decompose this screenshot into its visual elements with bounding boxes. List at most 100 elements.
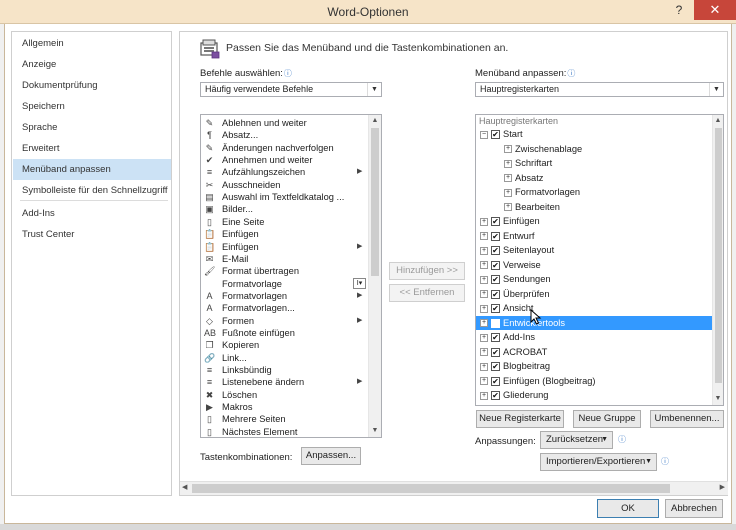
expand-icon[interactable]: + <box>504 188 512 197</box>
command-item[interactable]: ✎ Änderungen nachverfolgen <box>201 142 369 154</box>
tab-checkbox[interactable]: ✔ <box>491 376 500 386</box>
command-item[interactable]: AB Fußnote einfügen <box>201 327 369 339</box>
ribbon-tab-row[interactable]: + Zwischenablage <box>504 142 713 157</box>
tab-checkbox[interactable]: ✔ <box>491 391 500 401</box>
cancel-button[interactable]: Abbrechen <box>665 499 723 518</box>
ribbon-tab-row[interactable]: + Absatz <box>504 171 713 186</box>
ribbon-tab-row[interactable]: + ✔ Entwurf <box>480 229 713 244</box>
expand-icon[interactable]: + <box>480 261 488 270</box>
command-item[interactable]: ◇ Formen ▶ <box>201 315 369 327</box>
tab-checkbox[interactable]: ✔ <box>491 130 500 140</box>
tab-checkbox[interactable]: ✔ <box>491 362 500 372</box>
nav-item[interactable]: Menüband anpassen <box>13 159 171 180</box>
reset-button[interactable]: Zurücksetzen ▼ <box>540 431 613 449</box>
choose-commands-select[interactable]: Häufig verwendete Befehle ▼ <box>200 82 382 97</box>
tab-checkbox[interactable]: ✔ <box>491 333 500 343</box>
expand-icon[interactable]: + <box>480 377 488 386</box>
expand-icon[interactable]: + <box>480 290 488 299</box>
expand-icon[interactable]: + <box>480 304 488 313</box>
command-item[interactable]: A Formatvorlagen... <box>201 302 369 314</box>
expand-icon[interactable]: + <box>480 275 488 284</box>
command-item[interactable]: ▶ Makros <box>201 401 369 413</box>
nav-item[interactable]: Erweitert <box>13 138 171 159</box>
expand-icon[interactable]: + <box>504 174 512 183</box>
command-item[interactable]: 🖌 Format übertragen <box>201 265 369 277</box>
nav-item[interactable]: Sprache <box>13 117 171 138</box>
expand-icon[interactable]: + <box>480 246 488 255</box>
nav-item[interactable]: Trust Center <box>13 224 171 245</box>
customize-ribbon-select[interactable]: Hauptregisterkarten ▼ <box>475 82 724 97</box>
info-icon[interactable]: ⓘ <box>284 69 292 78</box>
ribbon-tab-row[interactable]: + ✔ Seitenlayout <box>480 243 713 258</box>
scroll-up-icon[interactable]: ▲ <box>369 115 381 127</box>
expand-icon[interactable]: + <box>480 217 488 226</box>
chevron-down-icon[interactable]: ▼ <box>367 83 381 96</box>
ribbon-tab-row[interactable]: + ✔ Überprüfen <box>480 287 713 302</box>
command-item[interactable]: ≡ Linksbündig <box>201 364 369 376</box>
scroll-thumb[interactable] <box>715 128 722 383</box>
command-item[interactable]: ≡ Listenebene ändern ▶ <box>201 376 369 388</box>
command-item[interactable]: 🔗 Link... <box>201 352 369 364</box>
tab-checkbox[interactable]: ✔ <box>491 347 500 357</box>
command-item[interactable]: ✔ Annehmen und weiter <box>201 154 369 166</box>
import-export-button[interactable]: Importieren/Exportieren ▼ <box>540 453 657 471</box>
nav-item[interactable]: Speichern <box>13 96 171 117</box>
ribbon-tab-row[interactable]: + ✔ Gliederung <box>480 388 713 403</box>
help-button[interactable]: ? <box>670 3 688 19</box>
customize-shortcuts-button[interactable]: Anpassen... <box>301 447 361 465</box>
command-item[interactable]: ✉ E-Mail <box>201 253 369 265</box>
expand-icon[interactable]: + <box>480 333 488 342</box>
command-item[interactable]: 📋 Einfügen <box>201 228 369 240</box>
command-item[interactable]: ▣ Bilder... <box>201 203 369 215</box>
ribbon-tab-row[interactable]: − ✔ Start <box>480 127 713 142</box>
info-icon[interactable]: ⓘ <box>567 69 575 78</box>
collapse-icon[interactable]: − <box>480 130 488 139</box>
ribbon-tree[interactable]: Hauptregisterkarten − ✔ Start + Zwischenabla… <box>475 114 724 406</box>
info-icon[interactable]: ⓘ <box>661 456 669 467</box>
ribbon-tab-row[interactable]: + ✔ Add-Ins <box>480 330 713 345</box>
scroll-right-icon[interactable]: ▶ <box>720 483 725 491</box>
expand-icon[interactable]: + <box>480 232 488 241</box>
tab-checkbox[interactable]: ✔ <box>491 304 500 314</box>
ribbon-tab-row[interactable]: + ✔ Sendungen <box>480 272 713 287</box>
chevron-down-icon[interactable]: ▼ <box>709 83 723 96</box>
new-tab-button[interactable]: Neue Registerkarte <box>476 410 564 428</box>
command-item[interactable]: A Formatvorlagen ▶ <box>201 290 369 302</box>
nav-item[interactable]: Allgemein <box>13 33 171 54</box>
ribbon-tab-row[interactable]: + Schriftart <box>504 156 713 171</box>
scroll-left-icon[interactable]: ◀ <box>182 483 187 491</box>
ribbon-tab-row[interactable]: + ✔ Ansicht <box>480 301 713 316</box>
command-item[interactable]: 📋 Einfügen ▶ <box>201 241 369 253</box>
command-item[interactable]: ▯ Eine Seite <box>201 216 369 228</box>
expand-icon[interactable]: + <box>504 145 512 154</box>
expand-icon[interactable]: + <box>480 348 488 357</box>
expand-icon[interactable]: + <box>480 391 488 400</box>
command-item[interactable]: ▤ Auswahl im Textfeldkatalog ... <box>201 191 369 203</box>
command-item[interactable]: ✂ Ausschneiden <box>201 179 369 191</box>
command-item[interactable]: ▯ Mehrere Seiten <box>201 413 369 425</box>
info-icon[interactable]: ⓘ <box>618 434 626 445</box>
ribbon-tab-row[interactable]: + ✔ ACROBAT <box>480 345 713 360</box>
command-item[interactable]: ✎ Ablehnen und weiter <box>201 117 369 129</box>
add-button[interactable]: Hinzufügen >> <box>389 262 465 280</box>
new-group-button[interactable]: Neue Gruppe <box>573 410 641 428</box>
scroll-down-icon[interactable]: ▼ <box>369 425 381 437</box>
expand-icon[interactable]: + <box>504 159 512 168</box>
tree-scrollbar[interactable]: ▲ ▼ <box>712 115 723 405</box>
scroll-thumb[interactable] <box>371 128 379 276</box>
command-item[interactable]: ≡ Aufzählungszeichen ▶ <box>201 166 369 178</box>
ribbon-tab-row[interactable]: + ✔ Verweise <box>480 258 713 273</box>
tab-checkbox[interactable] <box>491 318 500 328</box>
nav-item[interactable]: Anzeige <box>13 54 171 75</box>
ribbon-tab-row[interactable]: +✔Freistellen <box>480 403 713 406</box>
tab-checkbox[interactable]: ✔ <box>491 231 500 241</box>
command-item[interactable]: ▯ Nächstes Element <box>201 426 369 437</box>
tab-checkbox[interactable]: ✔ <box>491 217 500 227</box>
ribbon-tab-row[interactable]: + Formatvorlagen <box>504 185 713 200</box>
scroll-up-icon[interactable]: ▲ <box>713 115 723 127</box>
remove-button[interactable]: << Entfernen <box>389 284 465 302</box>
nav-item[interactable]: Add-Ins <box>13 203 171 224</box>
ribbon-tab-row[interactable]: + ✔ Einfügen <box>480 214 713 229</box>
nav-item[interactable]: Dokumentprüfung <box>13 75 171 96</box>
scroll-thumb[interactable] <box>192 484 670 493</box>
